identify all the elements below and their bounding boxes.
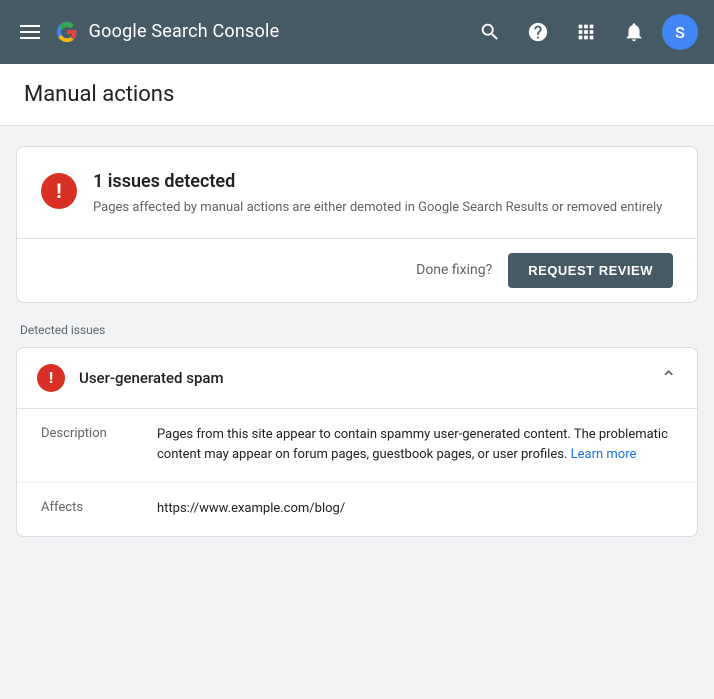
done-fixing-label: Done fixing?	[416, 262, 492, 278]
description-value: Pages from this site appear to contain s…	[157, 425, 673, 467]
affects-row: Affects https://www.example.com/blog/	[17, 483, 697, 536]
issue-item-header[interactable]: ! User-generated spam ⌃	[17, 348, 697, 409]
affects-url: https://www.example.com/blog/	[157, 499, 673, 520]
learn-more-link[interactable]: Learn more	[571, 447, 637, 462]
page-header: Manual actions	[0, 64, 714, 126]
search-icon	[479, 21, 501, 43]
detected-issues-label: Detected issues	[16, 323, 698, 337]
request-review-button[interactable]: REQUEST REVIEW	[508, 253, 673, 288]
issue-error-icon: !	[37, 364, 65, 392]
affects-label: Affects	[41, 499, 141, 515]
issues-action-row: Done fixing? REQUEST REVIEW	[17, 239, 697, 302]
page-title: Manual actions	[24, 82, 690, 107]
topnav-icon-group: S	[470, 12, 698, 52]
help-button[interactable]	[518, 12, 558, 52]
issue-item-card: ! User-generated spam ⌃ Description Page…	[16, 347, 698, 537]
logo-text: Google Search Console	[56, 21, 279, 43]
description-row: Description Pages from this site appear …	[17, 409, 697, 484]
apps-button[interactable]	[566, 12, 606, 52]
notifications-icon	[623, 21, 645, 43]
search-button[interactable]	[470, 12, 510, 52]
user-avatar[interactable]: S	[662, 14, 698, 50]
issues-text-block: 1 issues detected Pages affected by manu…	[93, 171, 673, 218]
error-icon-circle: !	[41, 173, 77, 209]
issues-summary-section: ! 1 issues detected Pages affected by ma…	[17, 147, 697, 239]
google-g-icon	[56, 21, 78, 43]
issues-description: Pages affected by manual actions are eit…	[93, 198, 673, 218]
description-label: Description	[41, 425, 141, 441]
top-navigation: Google Search Console S	[0, 0, 714, 64]
hamburger-menu[interactable]	[16, 21, 44, 43]
apps-icon	[575, 21, 597, 43]
issues-count-title: 1 issues detected	[93, 171, 673, 192]
issues-summary-card: ! 1 issues detected Pages affected by ma…	[16, 146, 698, 303]
logo-text-label: Google Search Console	[89, 21, 280, 42]
chevron-up-icon: ⌃	[660, 366, 677, 390]
help-icon	[527, 21, 549, 43]
issue-item-title: User-generated spam	[79, 369, 660, 387]
app-logo: Google Search Console	[56, 21, 458, 43]
issue-details: Description Pages from this site appear …	[17, 409, 697, 536]
notifications-button[interactable]	[614, 12, 654, 52]
main-content: ! 1 issues detected Pages affected by ma…	[0, 126, 714, 557]
